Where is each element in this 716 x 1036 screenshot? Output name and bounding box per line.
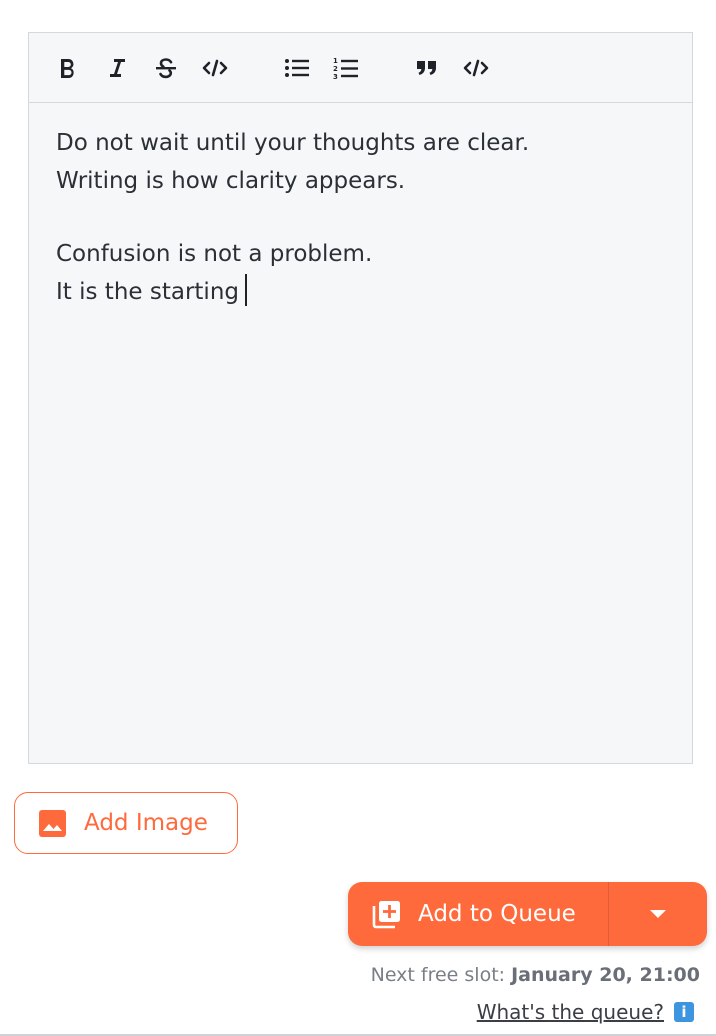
numbered-list-icon: 1 2 3 xyxy=(333,57,358,80)
add-image-button[interactable]: Add Image xyxy=(14,792,238,854)
quote-icon xyxy=(417,61,436,75)
whats-the-queue-link[interactable]: What's the queue? xyxy=(477,1000,664,1024)
info-icon[interactable]: i xyxy=(674,1002,694,1022)
formatting-toolbar: 1 2 3 xyxy=(29,33,692,103)
next-free-slot: Next free slot: January 20, 21:00 xyxy=(371,964,700,986)
editor-text-area[interactable]: Do not wait until your thoughts are clea… xyxy=(56,125,672,311)
italic-icon xyxy=(110,59,125,77)
text-caret xyxy=(245,273,247,306)
bold-icon xyxy=(61,59,74,78)
strikethrough-icon xyxy=(156,58,176,79)
editor-line: Writing is how clarity appears. xyxy=(56,167,406,194)
code-icon xyxy=(202,59,228,77)
strikethrough-button[interactable] xyxy=(149,53,183,83)
add-to-queue-split-button: Add to Queue xyxy=(348,882,707,946)
add-to-queue-label: Add to Queue xyxy=(418,901,576,927)
next-slot-value: January 20, 21:00 xyxy=(511,964,700,986)
queue-add-icon xyxy=(372,900,400,928)
image-icon xyxy=(39,809,66,837)
code-icon xyxy=(463,59,489,77)
add-image-label: Add Image xyxy=(84,810,208,836)
quote-button[interactable] xyxy=(410,53,444,83)
italic-button[interactable] xyxy=(100,53,134,83)
add-to-queue-button[interactable]: Add to Queue xyxy=(348,882,608,946)
bold-button[interactable] xyxy=(51,53,85,83)
next-slot-prefix: Next free slot: xyxy=(370,964,512,986)
bullet-list-button[interactable] xyxy=(280,53,314,83)
editor-line-current: It is the starting xyxy=(56,273,672,312)
svg-text:1: 1 xyxy=(333,57,338,65)
editor-line: It is the starting xyxy=(56,278,239,305)
svg-text:2: 2 xyxy=(333,65,338,73)
queue-options-dropdown[interactable] xyxy=(609,882,707,946)
svg-text:3: 3 xyxy=(333,73,338,80)
editor-line: Confusion is not a problem. xyxy=(56,241,373,267)
editor-blank-line xyxy=(56,200,672,236)
inline-code-button[interactable] xyxy=(198,53,232,83)
numbered-list-button[interactable]: 1 2 3 xyxy=(329,53,363,83)
queue-help: What's the queue? i xyxy=(477,1000,694,1024)
editor-line: Do not wait until your thoughts are clea… xyxy=(56,130,530,156)
bullet-list-icon xyxy=(285,59,309,77)
caret-down-icon xyxy=(650,910,666,918)
code-block-button[interactable] xyxy=(459,53,493,83)
post-editor: 1 2 3 Do not wait until your thoughts ar… xyxy=(28,32,693,764)
